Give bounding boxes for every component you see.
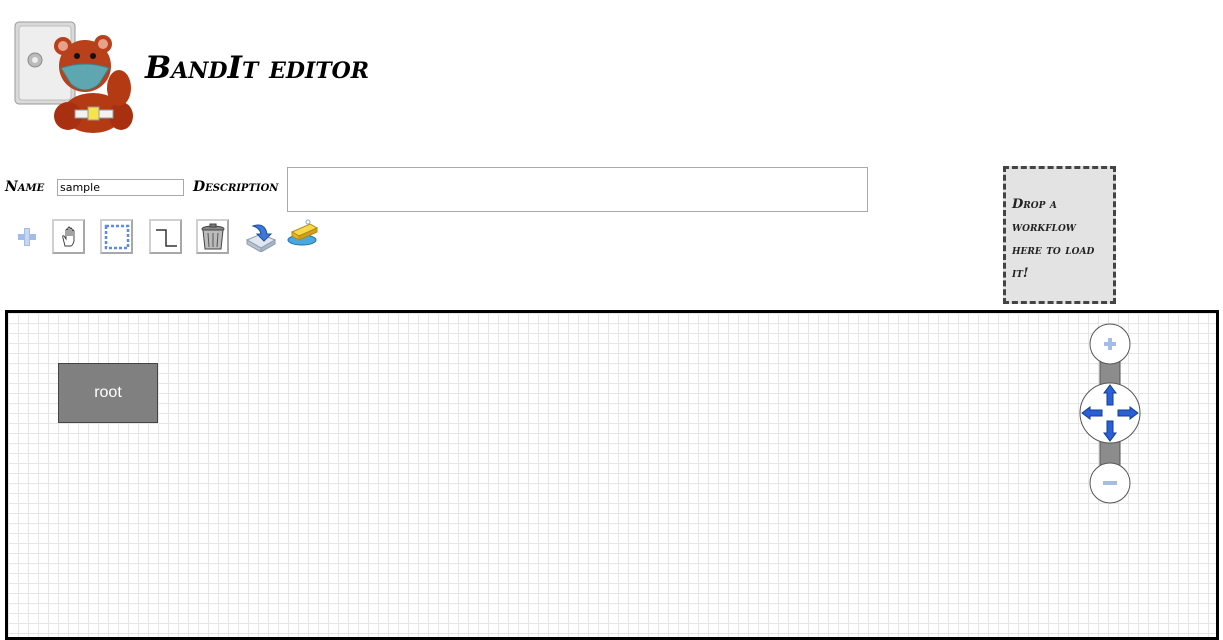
workflow-node-root[interactable]: root bbox=[58, 363, 158, 423]
soap-clean-icon bbox=[287, 219, 319, 245]
save-disk-icon bbox=[245, 224, 277, 252]
connector-icon bbox=[155, 228, 177, 247]
trash-icon bbox=[201, 223, 224, 249]
name-input[interactable] bbox=[57, 179, 184, 196]
app-title: BandIt editor bbox=[145, 50, 370, 86]
bear-robber-logo-icon bbox=[14, 21, 133, 133]
select-tool-button[interactable] bbox=[100, 219, 133, 254]
workflow-canvas[interactable]: root bbox=[5, 310, 1219, 640]
hand-pan-icon bbox=[61, 226, 74, 246]
description-label: Description bbox=[193, 179, 279, 195]
description-textarea[interactable] bbox=[287, 167, 868, 212]
navigation-control bbox=[1079, 323, 1141, 504]
connector-tool-button[interactable] bbox=[149, 219, 182, 254]
workflow-dropzone[interactable]: Drop a workflow here to load it! bbox=[1003, 166, 1116, 304]
clear-button[interactable] bbox=[285, 215, 321, 250]
zoom-in-button[interactable] bbox=[1089, 323, 1131, 365]
add-node-button[interactable] bbox=[10, 219, 43, 254]
zoom-out-button[interactable] bbox=[1089, 462, 1131, 504]
delete-button[interactable] bbox=[196, 219, 229, 254]
save-button[interactable] bbox=[243, 219, 279, 254]
name-label: Name bbox=[5, 179, 45, 195]
add-icon bbox=[17, 227, 36, 246]
pan-tool-button[interactable] bbox=[52, 219, 85, 254]
select-rect-icon bbox=[104, 224, 129, 249]
pan-control[interactable] bbox=[1079, 382, 1141, 444]
